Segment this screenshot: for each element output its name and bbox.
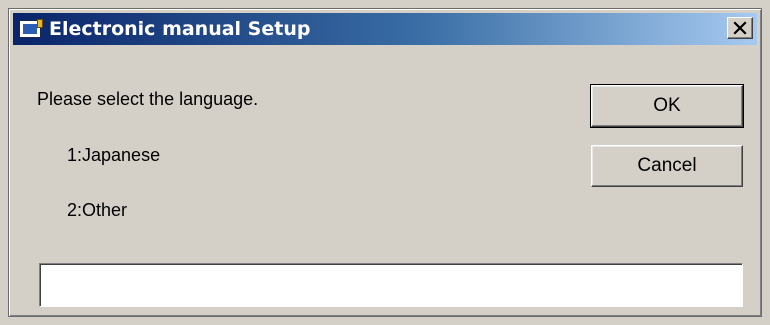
title-bar[interactable]: Electronic manual Setup — [13, 13, 757, 45]
ok-button[interactable]: OK — [590, 84, 744, 128]
close-icon — [733, 21, 747, 35]
language-prompt: Please select the language. — [37, 89, 259, 109]
setup-app-icon — [19, 19, 43, 38]
option-other: 2:Other — [67, 200, 128, 220]
setup-dialog: Electronic manual Setup Please select th… — [8, 8, 762, 317]
window-title: Electronic manual Setup — [49, 18, 311, 40]
close-button[interactable] — [727, 17, 753, 39]
dialog-body: Please select the language. 1:Japanese 2… — [13, 45, 757, 313]
option-japanese: 1:Japanese — [67, 145, 161, 165]
language-input[interactable] — [39, 263, 743, 307]
cancel-button[interactable]: Cancel — [591, 145, 743, 187]
